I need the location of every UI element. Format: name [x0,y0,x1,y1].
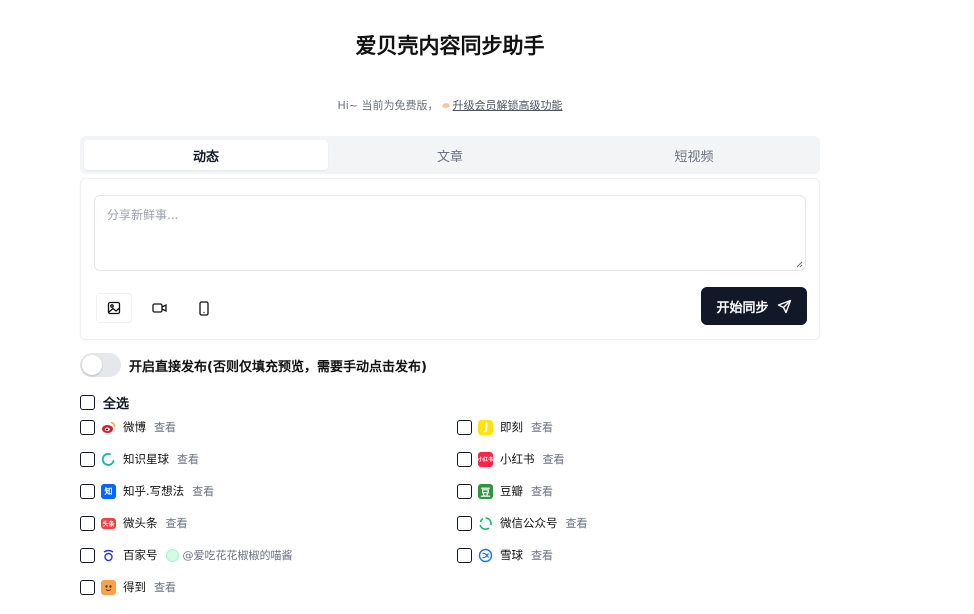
send-icon [777,299,791,313]
phone-icon [199,300,209,316]
view-link[interactable]: 查看 [192,483,214,499]
platform-checkbox[interactable] [80,547,95,563]
platform-name: 豆瓣 [500,484,523,498]
view-link[interactable]: 查看 [531,419,553,435]
platform-checkbox[interactable] [80,451,95,467]
direct-publish-row: 开启直接发布(否则仅填充预览，需要手动点击发布) [80,353,427,377]
platform-xueqiu: 雪球 查看 [457,546,553,564]
platform-checkbox[interactable] [80,515,95,531]
direct-publish-label: 开启直接发布(否则仅填充预览，需要手动点击发布) [129,359,427,375]
select-all-label: 全选 [103,397,130,412]
select-all-checkbox[interactable] [80,395,95,410]
video-icon [151,303,167,313]
start-sync-button[interactable]: 开始同步 [701,287,807,325]
platform-dedao: 得到 查看 [80,578,176,596]
tab-short-video[interactable]: 短视频 [572,140,816,170]
platform-name: 百家号 [123,548,158,562]
view-link[interactable]: 查看 [566,515,588,531]
tab-moments[interactable]: 动态 [84,140,328,170]
xiaohongshu-icon: 小红书 [478,451,493,467]
start-sync-label: 开始同步 [716,300,769,316]
view-link[interactable]: 查看 [531,483,553,499]
platform-jike: 即刻 查看 [457,418,553,436]
platform-toutiao: 头条 微头条 查看 [80,514,188,532]
baijiahao-icon [101,548,116,563]
platform-checkbox[interactable] [80,579,95,595]
view-link[interactable]: 查看 [531,547,553,563]
platform-wechat-mp: 微信公众号 查看 [457,514,588,532]
platform-name: 雪球 [500,548,523,562]
platform-name: 微信公众号 [500,516,558,530]
platform-zsxq: 知识星球 查看 [80,450,199,468]
image-icon [107,301,121,315]
content-type-tabs: 动态 文章 短视频 [80,136,820,174]
post-input[interactable] [95,196,805,270]
platform-douban: 豆 豆瓣 查看 [457,482,553,500]
platform-checkbox[interactable] [457,419,472,435]
account-handle: @爱吃花花椒椒的喵酱 [182,549,293,562]
zhihu-icon: 知 [101,483,116,499]
xueqiu-icon [478,548,493,563]
platform-baijiahao: 百家号 @爱吃花花椒椒的喵酱 [80,546,293,564]
platform-name: 得到 [123,580,146,594]
platform-name: 微头条 [123,516,158,530]
wechat-mp-icon [478,516,493,531]
view-link[interactable]: 查看 [543,451,565,467]
dedao-icon [101,579,116,595]
platform-checkbox[interactable] [457,547,472,563]
toutiao-icon: 头条 [101,517,116,529]
zsxq-icon [101,452,116,467]
plan-notice: Hi~ 当前为免费版， 升级会员解锁高级功能 [0,97,900,113]
platform-zhihu: 知 知乎.写想法 查看 [80,482,214,500]
jike-icon [478,419,493,435]
add-video-button[interactable] [141,293,177,323]
platform-checkbox[interactable] [457,483,472,499]
tab-article[interactable]: 文章 [328,140,572,170]
platform-checkbox[interactable] [457,451,472,467]
view-link[interactable]: 查看 [154,419,176,435]
weibo-icon [101,420,116,435]
select-all-row: 全选 [80,393,129,412]
platform-checkbox[interactable] [80,419,95,435]
platform-checkbox[interactable] [457,515,472,531]
platform-weibo: 微博 查看 [80,418,176,436]
page-title: 爱贝壳内容同步助手 [355,34,545,58]
douban-icon: 豆 [478,483,493,499]
platform-name: 小红书 [500,452,535,466]
view-link[interactable]: 查看 [177,451,199,467]
muscle-icon [441,103,450,108]
platform-name: 知识星球 [123,452,169,466]
plan-notice-text: Hi~ 当前为免费版， [337,99,439,112]
upgrade-link[interactable]: 升级会员解锁高级功能 [453,99,563,112]
mobile-preview-button[interactable] [186,293,222,323]
resize-grip-icon[interactable] [795,260,803,268]
view-link[interactable]: 查看 [154,579,176,595]
platform-name: 知乎.写想法 [123,484,185,498]
add-image-button[interactable] [96,293,132,323]
post-editor [94,195,806,271]
avatar [165,548,179,562]
editor-card: 开始同步 [80,178,820,340]
account-name: @爱吃花花椒椒的喵酱 [165,547,293,563]
platform-name: 微博 [123,420,146,434]
platform-xiaohongshu: 小红书 小红书 查看 [457,450,565,468]
platform-checkbox[interactable] [80,483,95,499]
view-link[interactable]: 查看 [166,515,188,531]
toggle-knob [82,355,102,375]
platform-name: 即刻 [500,420,523,434]
direct-publish-toggle[interactable] [80,353,121,377]
